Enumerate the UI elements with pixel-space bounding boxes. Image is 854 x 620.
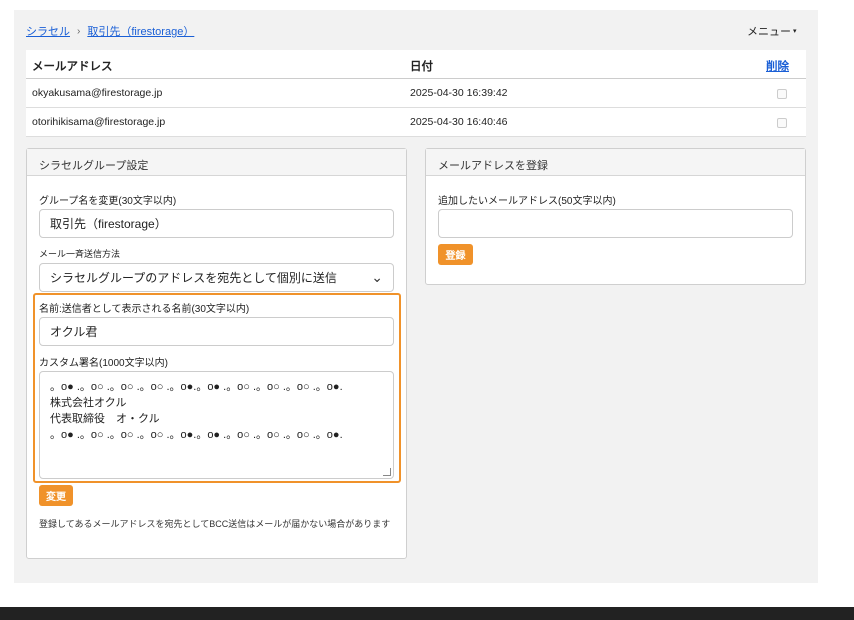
- add-email-label: 追加したいメールアドレス(50文字以内): [438, 196, 616, 207]
- menu-dropdown[interactable]: メニュー ▾: [747, 23, 797, 39]
- breadcrumb-current-link[interactable]: 取引先（firestorage）: [87, 23, 194, 39]
- group-settings-title: シラセルグループ設定: [27, 149, 406, 176]
- footer-bar: [0, 607, 854, 620]
- change-button[interactable]: 変更: [39, 485, 73, 506]
- send-method-label: メール一斉送信方法: [39, 249, 121, 259]
- table-row: okyakusama@firestorage.jp 2025-04-30 16:…: [26, 79, 806, 108]
- resize-handle-icon[interactable]: [383, 468, 391, 476]
- row-email: otorihikisama@firestorage.jp: [32, 116, 166, 128]
- delete-link[interactable]: 削除: [766, 61, 789, 73]
- breadcrumb-separator: ›: [77, 25, 81, 37]
- signature-label: カスタム署名(1000文字以内): [39, 358, 168, 369]
- row-date: 2025-04-30 16:39:42: [410, 87, 508, 99]
- chevron-down-icon: ⌄: [371, 269, 383, 285]
- row-delete-checkbox[interactable]: [777, 89, 787, 99]
- signature-text: 。o● .。o○ .。o○ .。o○ .。o●.。o● .。o○ .。o○ .。…: [50, 381, 343, 441]
- bcc-note: 登録してあるメールアドレスを宛先としてBCC送信はメールが届かない場合があります: [39, 519, 391, 529]
- row-date: 2025-04-30 16:40:46: [410, 116, 508, 128]
- header-email: メールアドレス: [32, 61, 113, 73]
- row-email: okyakusama@firestorage.jp: [32, 87, 163, 99]
- send-method-select[interactable]: シラセルグループのアドレスを宛先として個別に送信 ⌄: [39, 263, 394, 292]
- add-email-input[interactable]: [438, 209, 793, 238]
- breadcrumb-root-link[interactable]: シラセル: [26, 23, 70, 39]
- group-name-input[interactable]: 取引先（firestorage）: [39, 209, 394, 238]
- row-delete-checkbox[interactable]: [777, 118, 787, 128]
- send-method-value: シラセルグループのアドレスを宛先として個別に送信: [50, 271, 337, 285]
- sender-name-label: 名前:送信者として表示される名前(30文字以内): [39, 304, 250, 315]
- register-email-title: メールアドレスを登録: [426, 149, 805, 176]
- breadcrumb: シラセル › 取引先（firestorage）: [26, 23, 194, 39]
- menu-label: メニュー: [747, 26, 791, 38]
- email-table: メールアドレス 日付 削除 okyakusama@firestorage.jp …: [26, 50, 806, 137]
- table-header-row: メールアドレス 日付 削除: [26, 50, 806, 79]
- group-name-label: グループ名を変更(30文字以内): [39, 196, 177, 207]
- header-date: 日付: [410, 61, 433, 73]
- caret-down-icon: ▾: [793, 28, 797, 35]
- signature-textarea[interactable]: 。o● .。o○ .。o○ .。o○ .。o●.。o● .。o○ .。o○ .。…: [39, 371, 394, 479]
- header-delete: 削除: [766, 58, 789, 74]
- table-row: otorihikisama@firestorage.jp 2025-04-30 …: [26, 108, 806, 137]
- sender-name-input[interactable]: オクル君: [39, 317, 394, 346]
- register-button[interactable]: 登録: [438, 244, 473, 265]
